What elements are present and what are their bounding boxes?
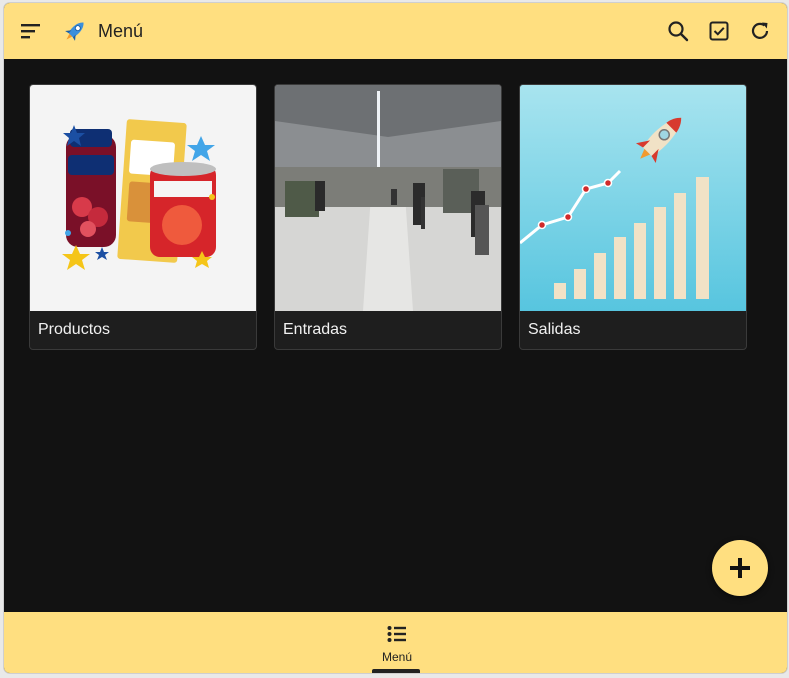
card-label: Salidas [528, 321, 581, 338]
app-window: Menú Productos Entradas Salidas Menú [4, 3, 787, 673]
checkbox-icon [709, 21, 729, 41]
search-icon [668, 21, 689, 42]
page-title: Menú [98, 20, 144, 41]
card-label: Productos [38, 321, 111, 338]
bottom-navigation: Menú [4, 612, 787, 673]
menu-card-grid: Productos Entradas Salidas [29, 84, 747, 350]
card-productos[interactable]: Productos [29, 84, 257, 350]
card-label: Entradas [283, 321, 348, 338]
search-button[interactable] [665, 18, 691, 44]
select-button[interactable] [706, 18, 732, 44]
list-icon [387, 626, 406, 642]
card-salidas[interactable]: Salidas [519, 84, 747, 350]
rocket-icon [60, 16, 90, 46]
sort-menu-icon [21, 24, 40, 39]
nav-item-menu[interactable]: Menú [366, 612, 428, 673]
top-app-bar: Menú [4, 3, 787, 59]
grocery-products-image [30, 85, 256, 311]
warehouse-image [275, 85, 501, 311]
growth-chart-rocket-image [520, 85, 746, 311]
plus-icon [730, 558, 750, 578]
add-button[interactable] [712, 540, 768, 596]
menu-button[interactable] [18, 18, 44, 44]
active-indicator [372, 669, 420, 673]
refresh-button[interactable] [747, 18, 773, 44]
nav-item-label: Menú [381, 650, 413, 664]
refresh-icon [751, 22, 769, 39]
card-entradas[interactable]: Entradas [274, 84, 502, 350]
